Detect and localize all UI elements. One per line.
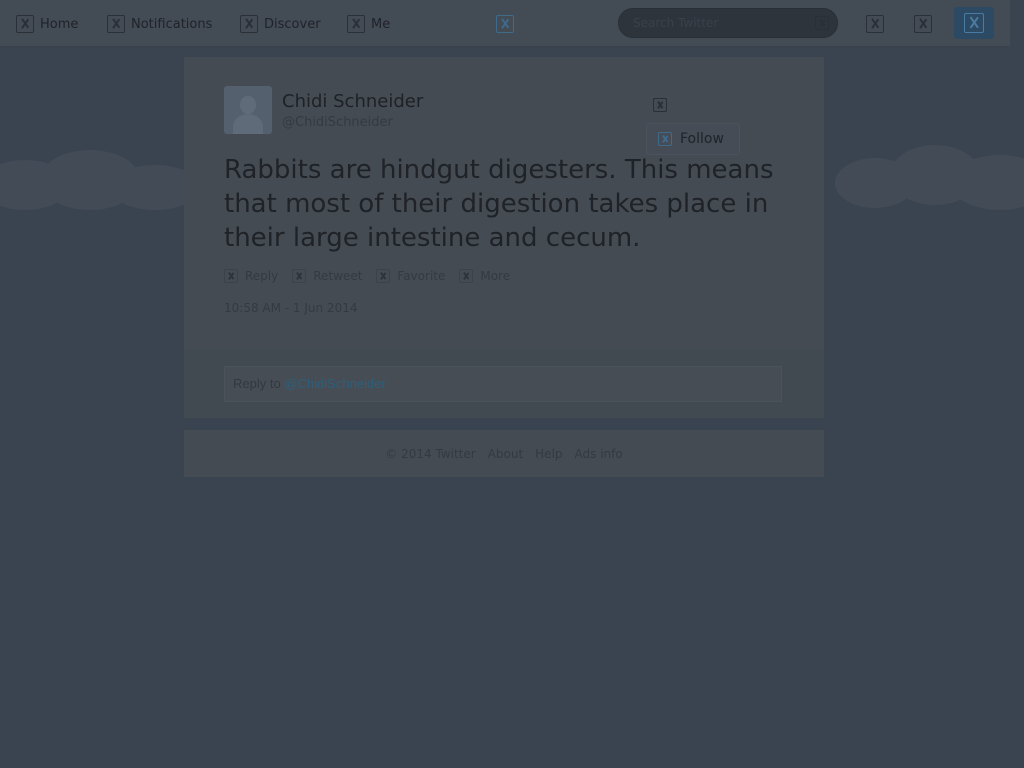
nav-discover-label: Discover xyxy=(264,16,321,32)
retweet-action-label: Retweet xyxy=(313,269,363,283)
author-name[interactable]: Chidi Schneider xyxy=(282,91,423,112)
reply-mention: @ChidiSchneider xyxy=(284,376,386,391)
direct-messages-icon[interactable] xyxy=(866,15,884,33)
nav-notifications[interactable]: Notifications xyxy=(107,13,212,35)
more-action-label: More xyxy=(480,269,511,283)
reply-action[interactable]: Reply xyxy=(224,269,278,283)
tweet-timestamp[interactable]: 10:58 AM - 1 Jun 2014 xyxy=(224,301,357,315)
compose-tweet-button[interactable] xyxy=(954,7,994,39)
reply-action-label: Reply xyxy=(245,269,279,283)
nav-home[interactable]: Home xyxy=(16,13,78,35)
reply-icon xyxy=(224,269,238,283)
top-navigation-bar: Home Notifications Discover Me Search Tw… xyxy=(0,0,1010,47)
nav-home-label: Home xyxy=(40,16,79,32)
more-icon xyxy=(459,269,474,283)
footer-link-help[interactable]: Help xyxy=(535,447,562,461)
retweet-action[interactable]: Retweet xyxy=(292,269,362,283)
favorite-icon xyxy=(376,269,391,283)
settings-icon[interactable] xyxy=(914,15,932,33)
search-box[interactable]: Search Twitter xyxy=(618,8,838,38)
twitter-logo-icon[interactable] xyxy=(496,15,514,33)
follow-button[interactable]: Follow xyxy=(646,123,740,155)
home-icon xyxy=(16,15,34,33)
nav-me-label: Me xyxy=(371,16,391,32)
tweet-actions: Reply Retweet Favorite More xyxy=(224,269,524,283)
reply-prefix: Reply to xyxy=(233,376,281,391)
footer: © 2014 Twitter About Help Ads info xyxy=(184,430,824,477)
compose-tweet-icon xyxy=(964,13,984,33)
avatar[interactable] xyxy=(224,86,272,134)
footer-copyright: © 2014 Twitter xyxy=(385,446,476,461)
favorite-action[interactable]: Favorite xyxy=(376,269,445,283)
search-icon[interactable] xyxy=(815,16,829,30)
more-action[interactable]: More xyxy=(459,269,510,283)
nav-notifications-label: Notifications xyxy=(131,16,213,32)
tweet-card: Chidi Schneider @ChidiSchneider Follow R… xyxy=(184,57,824,418)
follow-button-label: Follow xyxy=(680,131,724,147)
notifications-icon xyxy=(107,15,125,33)
me-icon xyxy=(347,15,365,33)
favorite-action-label: Favorite xyxy=(397,269,446,283)
author-handle[interactable]: @ChidiSchneider xyxy=(282,115,393,130)
reply-input[interactable]: Reply to @ChidiSchneider xyxy=(224,366,782,402)
user-dropdown-icon[interactable] xyxy=(653,98,667,112)
search-input[interactable]: Search Twitter xyxy=(633,16,718,30)
reply-area: Reply to @ChidiSchneider xyxy=(184,350,824,418)
footer-link-about[interactable]: About xyxy=(488,447,523,461)
nav-discover[interactable]: Discover xyxy=(240,13,321,35)
follow-icon xyxy=(658,132,672,146)
tweet-text: Rabbits are hindgut digesters. This mean… xyxy=(224,155,774,253)
footer-link-ads-info[interactable]: Ads info xyxy=(575,447,623,461)
retweet-icon xyxy=(292,269,307,283)
discover-icon xyxy=(240,15,258,33)
nav-me[interactable]: Me xyxy=(347,13,390,35)
